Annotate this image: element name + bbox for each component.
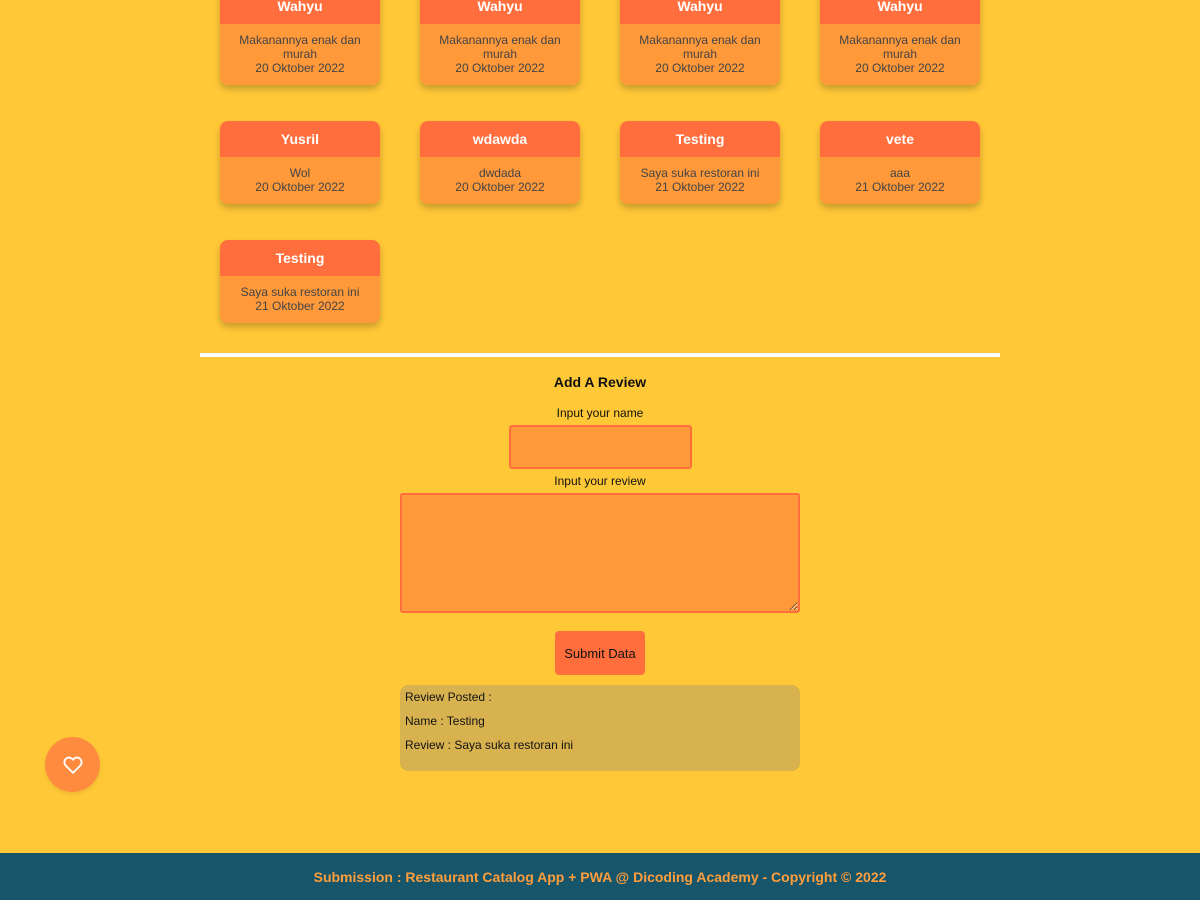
review-label: Input your review [554, 474, 646, 488]
posted-name: Name : Testing [405, 714, 485, 728]
review-text: Makanannya enak dan murah [839, 33, 961, 61]
posted-review: Review : Saya suka restoran ini [405, 738, 574, 752]
review-text: Makanannya enak dan murah [639, 33, 761, 61]
review-name: Wahyu [620, 0, 780, 24]
review-card: Yusril Wol 20 Oktober 2022 [220, 121, 380, 204]
review-date: 21 Oktober 2022 [255, 299, 345, 313]
review-card: Testing Saya suka restoran ini 21 Oktobe… [620, 121, 780, 204]
review-text: Makanannya enak dan murah [439, 33, 561, 61]
review-date: 20 Oktober 2022 [255, 180, 345, 194]
review-date: 20 Oktober 2022 [655, 61, 745, 75]
review-date: 21 Oktober 2022 [655, 180, 745, 194]
review-card: Wahyu Makanannya enak dan murah 20 Oktob… [620, 0, 780, 85]
name-input[interactable] [509, 425, 692, 469]
review-name: wdawda [420, 121, 580, 157]
review-card: Testing Saya suka restoran ini 21 Oktobe… [220, 240, 380, 323]
heart-outline-icon [62, 756, 83, 774]
review-name: Testing [220, 240, 380, 276]
review-name: Wahyu [820, 0, 980, 24]
review-date: 20 Oktober 2022 [455, 61, 545, 75]
review-text: Saya suka restoran ini [640, 166, 760, 180]
review-date: 21 Oktober 2022 [855, 180, 945, 194]
review-name: Testing [620, 121, 780, 157]
review-date: 20 Oktober 2022 [855, 61, 945, 75]
review-date: 20 Oktober 2022 [255, 61, 345, 75]
review-text: dwdada [478, 166, 522, 180]
footer-text: Submission : Restaurant Catalog App + PW… [313, 868, 887, 885]
review-card: vete aaa 21 Oktober 2022 [820, 121, 980, 204]
review-text: aaa [889, 166, 911, 180]
review-date: 20 Oktober 2022 [455, 180, 545, 194]
review-card: Wahyu Makanannya enak dan murah 20 Oktob… [420, 0, 580, 85]
review-text: Saya suka restoran ini [240, 285, 360, 299]
review-card: wdawda dwdada 20 Oktober 2022 [420, 121, 580, 204]
review-posted-box: Review Posted : Name : Testing Review : … [400, 685, 800, 771]
name-label: Input your name [556, 406, 644, 420]
review-text: Wol [289, 166, 311, 180]
review-name: Wahyu [220, 0, 380, 24]
footer: Submission : Restaurant Catalog App + PW… [0, 853, 1200, 900]
review-list: Wahyu Makanannya enak dan murah 20 Oktob… [220, 0, 980, 323]
review-name: vete [820, 121, 980, 157]
section-divider [200, 353, 1000, 357]
review-card: Wahyu Makanannya enak dan murah 20 Oktob… [820, 0, 980, 85]
review-text: Makanannya enak dan murah [239, 33, 361, 61]
review-name: Yusril [220, 121, 380, 157]
review-textarea[interactable] [400, 493, 800, 613]
posted-heading: Review Posted : [405, 690, 492, 704]
review-card: Wahyu Makanannya enak dan murah 20 Oktob… [220, 0, 380, 85]
favorite-button[interactable] [45, 737, 100, 792]
review-name: Wahyu [420, 0, 580, 24]
add-review-title: Add A Review [553, 374, 647, 390]
submit-data-button[interactable]: Submit Data [555, 631, 645, 675]
